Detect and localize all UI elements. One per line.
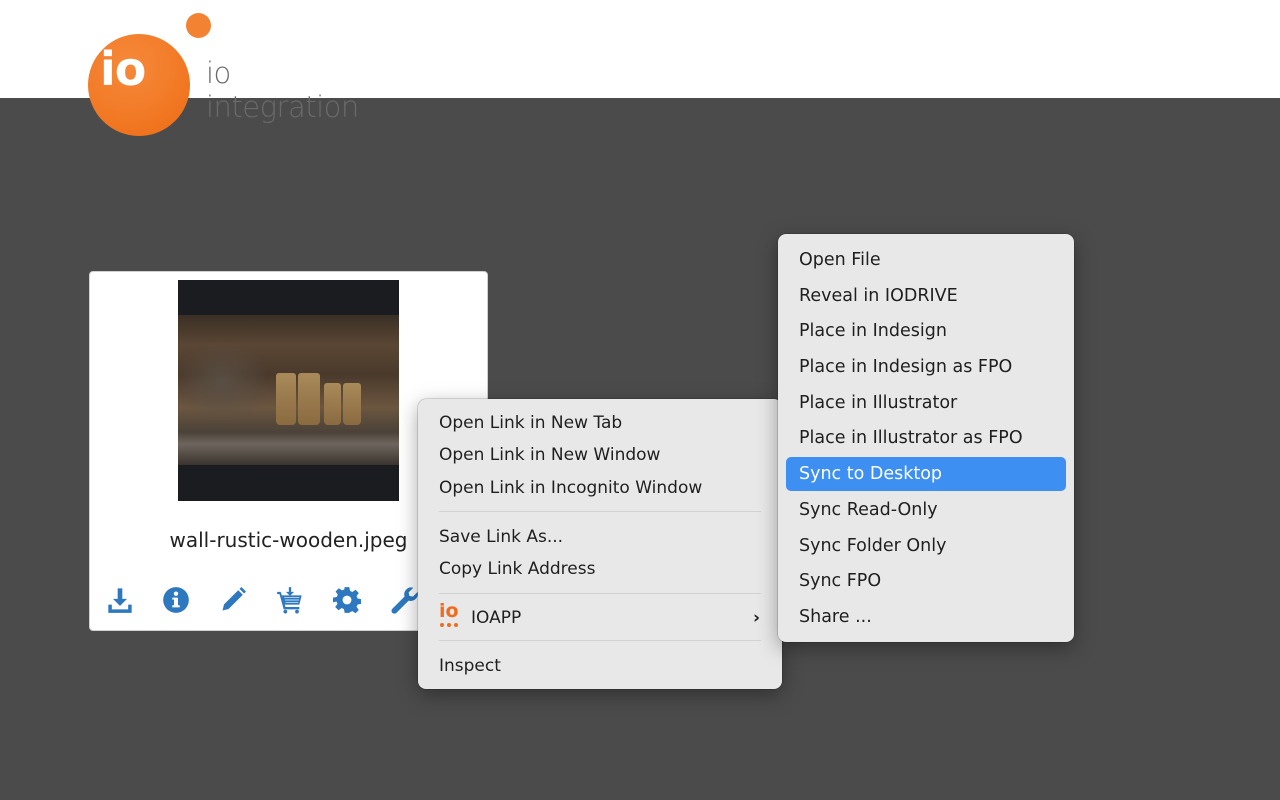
menu-item-open-new-tab[interactable]: Open Link in New Tab xyxy=(426,407,774,439)
ioapp-submenu: Open File Reveal in IODRIVE Place in Ind… xyxy=(778,234,1074,642)
context-menu: Open Link in New Tab Open Link in New Wi… xyxy=(418,399,782,689)
info-icon xyxy=(163,587,189,613)
brand-name: io integration xyxy=(206,56,359,124)
submenu-item-place-indesign[interactable]: Place in Indesign xyxy=(786,314,1066,348)
edit-button[interactable] xyxy=(217,584,249,616)
thumbnail-photo xyxy=(178,315,399,465)
menu-separator xyxy=(439,593,761,594)
menu-item-ioapp-label: IOAPP xyxy=(471,608,522,628)
logo-mark: io xyxy=(100,42,146,96)
menu-item-save-link-as[interactable]: Save Link As... xyxy=(426,521,774,553)
download-icon xyxy=(108,588,132,613)
menu-separator xyxy=(439,640,761,641)
menu-separator xyxy=(439,511,761,512)
brand-logo[interactable]: io io integration xyxy=(86,10,386,136)
info-button[interactable] xyxy=(160,584,192,616)
wrench-icon xyxy=(391,587,418,614)
submenu-item-share[interactable]: Share ... xyxy=(786,600,1066,634)
logo-dot xyxy=(186,13,211,38)
submenu-item-place-illustrator-fpo[interactable]: Place in Illustrator as FPO xyxy=(786,421,1066,455)
ioapp-icon: io xyxy=(439,601,461,629)
submenu-item-reveal-iodrive[interactable]: Reveal in IODRIVE xyxy=(786,279,1066,313)
add-to-cart-button[interactable] xyxy=(274,584,306,616)
submenu-item-sync-folder-only[interactable]: Sync Folder Only xyxy=(786,529,1066,563)
chevron-right-icon: › xyxy=(752,608,760,628)
pencil-icon xyxy=(222,587,246,611)
gear-icon xyxy=(333,587,361,614)
cart-download-icon xyxy=(277,587,302,614)
menu-item-copy-link-address[interactable]: Copy Link Address xyxy=(426,553,774,585)
menu-item-ioapp[interactable]: io IOAPP › xyxy=(426,601,774,634)
submenu-item-place-illustrator[interactable]: Place in Illustrator xyxy=(786,386,1066,420)
menu-item-open-new-window[interactable]: Open Link in New Window xyxy=(426,439,774,471)
submenu-item-sync-fpo[interactable]: Sync FPO xyxy=(786,564,1066,598)
submenu-item-sync-to-desktop[interactable]: Sync to Desktop xyxy=(786,457,1066,491)
menu-item-open-incognito[interactable]: Open Link in Incognito Window xyxy=(426,472,774,504)
settings-button[interactable] xyxy=(331,584,363,616)
submenu-item-sync-read-only[interactable]: Sync Read-Only xyxy=(786,493,1066,527)
submenu-item-place-indesign-fpo[interactable]: Place in Indesign as FPO xyxy=(786,350,1066,384)
download-button[interactable] xyxy=(104,584,136,616)
asset-thumbnail[interactable] xyxy=(178,280,399,501)
submenu-item-open-file[interactable]: Open File xyxy=(786,243,1066,277)
menu-item-inspect[interactable]: Inspect xyxy=(426,650,774,682)
tools-button[interactable] xyxy=(388,584,420,616)
